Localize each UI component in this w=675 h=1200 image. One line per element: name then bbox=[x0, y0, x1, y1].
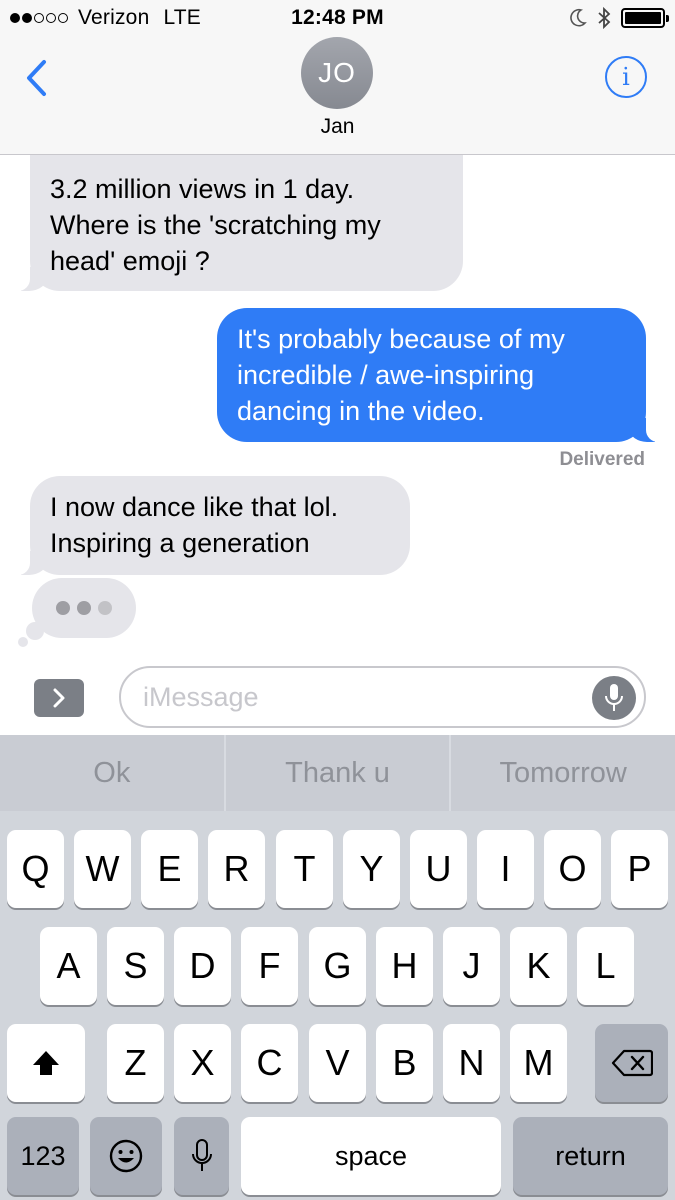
key-c[interactable]: C bbox=[241, 1024, 298, 1102]
key-w[interactable]: W bbox=[74, 830, 131, 908]
info-icon: i bbox=[622, 63, 630, 91]
emoji-key[interactable] bbox=[90, 1117, 162, 1195]
contact-avatar[interactable]: JO bbox=[301, 37, 373, 109]
microphone-icon bbox=[605, 684, 623, 711]
info-button[interactable]: i bbox=[605, 56, 647, 98]
delivery-status: Delivered bbox=[559, 449, 645, 470]
key-h[interactable]: H bbox=[376, 927, 433, 1005]
shift-arrow-icon bbox=[33, 1051, 59, 1075]
contact-name[interactable]: Jan bbox=[0, 115, 675, 139]
expand-apps-button[interactable] bbox=[34, 679, 84, 717]
message-text: I now dance like that lol. Inspiring a g… bbox=[50, 492, 339, 558]
key-u[interactable]: U bbox=[410, 830, 467, 908]
typing-dot bbox=[77, 601, 91, 615]
message-bubble-incoming[interactable]: I now dance like that lol. Inspiring a g… bbox=[4, 476, 410, 575]
dictation-key[interactable] bbox=[174, 1117, 229, 1195]
key-j[interactable]: J bbox=[443, 927, 500, 1005]
message-text: It's probably because of my incredible /… bbox=[237, 324, 565, 426]
key-b[interactable]: B bbox=[376, 1024, 433, 1102]
suggestion-item[interactable]: Thank u bbox=[226, 735, 452, 811]
message-text: 3.2 million views in 1 day. Where is the… bbox=[50, 174, 381, 276]
key-i[interactable]: I bbox=[477, 830, 534, 908]
key-g[interactable]: G bbox=[309, 927, 366, 1005]
conversation-header: Verizon LTE 12:48 PM JO Jan i bbox=[0, 0, 675, 155]
backspace-icon bbox=[611, 1049, 653, 1077]
space-key[interactable]: space bbox=[241, 1117, 501, 1195]
key-o[interactable]: O bbox=[544, 830, 601, 908]
key-t[interactable]: T bbox=[276, 830, 333, 908]
chevron-right-icon bbox=[53, 688, 65, 708]
message-bubble-outgoing[interactable]: It's probably because of my incredible /… bbox=[217, 308, 672, 442]
status-icons bbox=[569, 6, 669, 30]
key-l[interactable]: L bbox=[577, 927, 634, 1005]
quicktype-suggestions: Ok Thank u Tomorrow bbox=[0, 735, 675, 811]
message-input[interactable] bbox=[143, 678, 583, 716]
battery-level bbox=[625, 12, 661, 24]
key-p[interactable]: P bbox=[611, 830, 668, 908]
key-s[interactable]: S bbox=[107, 927, 164, 1005]
typing-dot bbox=[98, 601, 112, 615]
key-r[interactable]: R bbox=[208, 830, 265, 908]
bluetooth-icon bbox=[598, 6, 611, 30]
key-k[interactable]: K bbox=[510, 927, 567, 1005]
key-f[interactable]: F bbox=[241, 927, 298, 1005]
suggestion-item[interactable]: Tomorrow bbox=[451, 735, 675, 811]
key-x[interactable]: X bbox=[174, 1024, 231, 1102]
message-bubble-incoming[interactable]: 3.2 million views in 1 day. Where is the… bbox=[4, 155, 463, 291]
key-e[interactable]: E bbox=[141, 830, 198, 908]
return-key[interactable]: return bbox=[513, 1117, 668, 1195]
battery-icon bbox=[621, 8, 669, 28]
key-n[interactable]: N bbox=[443, 1024, 500, 1102]
microphone-icon bbox=[191, 1139, 212, 1171]
typing-indicator bbox=[32, 578, 136, 638]
key-a[interactable]: A bbox=[40, 927, 97, 1005]
do-not-disturb-moon-icon bbox=[570, 8, 587, 27]
numbers-key[interactable]: 123 bbox=[7, 1117, 79, 1195]
key-y[interactable]: Y bbox=[343, 830, 400, 908]
key-d[interactable]: D bbox=[174, 927, 231, 1005]
shift-key[interactable] bbox=[7, 1024, 85, 1102]
dictation-button[interactable] bbox=[592, 676, 636, 720]
suggestion-item[interactable]: Ok bbox=[0, 735, 226, 811]
key-q[interactable]: Q bbox=[7, 830, 64, 908]
key-z[interactable]: Z bbox=[107, 1024, 164, 1102]
back-button[interactable] bbox=[18, 56, 54, 100]
message-input-field[interactable] bbox=[119, 666, 646, 728]
delete-key[interactable] bbox=[595, 1024, 668, 1102]
typing-indicator-tail bbox=[18, 637, 28, 647]
key-v[interactable]: V bbox=[309, 1024, 366, 1102]
typing-dot bbox=[56, 601, 70, 615]
keyboard: Ok Thank u Tomorrow Q W E R T Y U I O P … bbox=[0, 735, 675, 1200]
chevron-left-icon bbox=[27, 60, 46, 96]
key-m[interactable]: M bbox=[510, 1024, 567, 1102]
emoji-smiley-icon bbox=[109, 1139, 143, 1173]
